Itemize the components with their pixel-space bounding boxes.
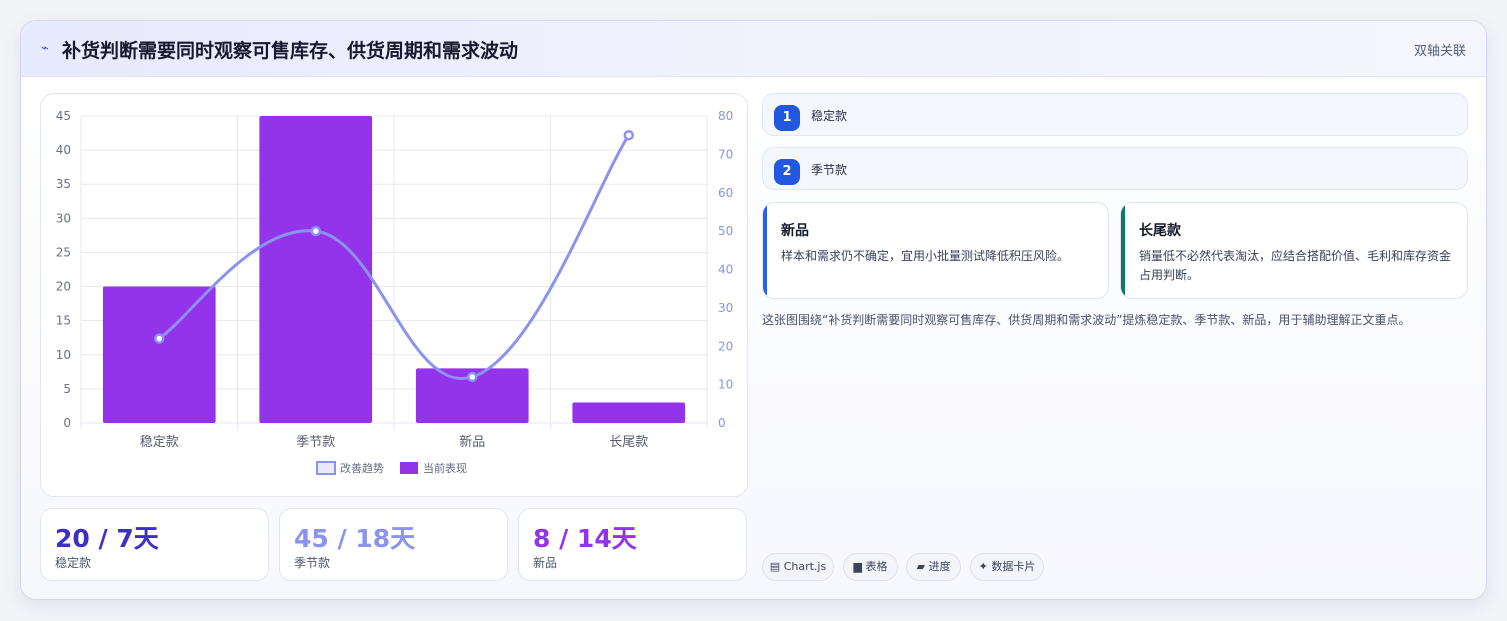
progress-icon: ▰	[916, 560, 925, 573]
trend-line-icon: ⌁	[41, 41, 49, 56]
list-item-label: 稳定款	[811, 109, 848, 123]
list-item-seasonal[interactable]: 2 季节款	[762, 147, 1468, 190]
accent-bar	[763, 203, 767, 298]
line-point	[467, 371, 478, 383]
tag-label: Chart.js	[783, 560, 827, 573]
stat-label: 季节款	[294, 556, 331, 570]
line-point	[154, 333, 165, 344]
y2-tick-label: 80	[718, 109, 733, 123]
tag-label: 进度	[928, 560, 951, 573]
stat-card-seasonal: 45 / 18天 季节款	[279, 508, 508, 581]
x-tick-label: 长尾款	[609, 435, 648, 450]
y2-tick-label: 30	[718, 301, 733, 315]
note-title: 新品	[781, 223, 809, 239]
y2-tick-label: 50	[718, 224, 733, 238]
bar	[259, 116, 373, 423]
y2-tick-label: 70	[718, 147, 733, 161]
table-icon: ▆	[853, 560, 862, 573]
y-tick-label: 5	[63, 382, 71, 396]
tag-label: 数据卡片	[991, 560, 1036, 573]
y-tick-label: 10	[56, 348, 71, 362]
y2-tick-label: 0	[718, 416, 726, 430]
y-tick-label: 15	[56, 314, 71, 328]
list-item-label: 季节款	[811, 163, 848, 177]
combo-chart: 0 5 10 15 20 25 30 35 40 45 0 10 20 30 40 50 60 70 80 稳定款 季节…	[56, 109, 733, 475]
number-badge: 2	[774, 159, 800, 185]
page-title: 补货判断需要同时观察可售库存、供货周期和需求波动	[62, 40, 519, 62]
card-header: ⌁ 补货判断需要同时观察可售库存、供货周期和需求波动 双轴关联	[21, 21, 1486, 77]
x-tick-label: 新品	[459, 434, 485, 450]
x-tick-label: 稳定款	[140, 434, 179, 450]
x-tick-label: 季节款	[296, 435, 335, 450]
y-tick-label: 20	[56, 280, 71, 294]
tag-progress[interactable]: ▰ 进度	[906, 553, 961, 581]
note-title: 长尾款	[1139, 223, 1181, 239]
note-body: 样本和需求仍不确定，宜用小批量测试降低积压风险。	[781, 249, 1070, 263]
sparkle-icon: ✦	[978, 560, 988, 573]
y-tick-label: 0	[63, 416, 71, 430]
tag-label: 表格	[865, 560, 888, 573]
chart-card: ⌁ 补货判断需要同时观察可售库存、供货周期和需求波动 双轴关联 0 5 10 15 20…	[20, 20, 1487, 600]
y-tick-label: 25	[56, 245, 71, 259]
stat-value: 8 / 14天	[533, 524, 637, 553]
bar	[572, 402, 686, 423]
tag-data-card[interactable]: ✦ 数据卡片	[970, 553, 1044, 581]
line-point	[310, 225, 321, 237]
note-card-new: 新品 样本和需求仍不确定，宜用小批量测试降低积压风险。	[762, 202, 1109, 299]
legend-label: 当前表现	[423, 461, 467, 475]
y-tick-label: 40	[56, 143, 71, 157]
summary-text: 这张图围绕“补货判断需要同时观察可售库存、供货周期和需求波动”提炼稳定款、季节款…	[762, 313, 1411, 327]
stat-card-stable: 20 / 7天 稳定款	[40, 508, 269, 581]
tag-chartjs[interactable]: ▤ Chart.js	[762, 553, 834, 581]
y2-tick-label: 20	[718, 339, 733, 353]
chart-panel: 0 5 10 15 20 25 30 35 40 45 0 10 20 30 40 50 60 70 80 稳定款 季节…	[40, 93, 748, 497]
stat-value: 20 / 7天	[55, 524, 159, 553]
stat-card-new: 8 / 14天 新品	[518, 508, 747, 581]
accent-bar	[1121, 203, 1125, 298]
y2-tick-label: 10	[718, 378, 733, 392]
note-body: 销量低不必然代表淘汰，应结合搭配价值、毛利和库存资金占用判断。	[1139, 249, 1452, 282]
tag-table[interactable]: ▆ 表格	[843, 553, 898, 581]
line-point	[623, 129, 634, 141]
legend-swatch-bar	[400, 462, 418, 474]
chart-legend: 改善趋势 当前表现	[316, 461, 467, 475]
stat-value: 45 / 18天	[294, 524, 416, 553]
stat-label: 新品	[533, 556, 558, 570]
legend-label: 改善趋势	[340, 461, 384, 475]
y2-tick-label: 60	[718, 186, 733, 200]
note-card-longtail: 长尾款 销量低不必然代表淘汰，应结合搭配价值、毛利和库存资金占用判断。	[1120, 202, 1468, 299]
chart-icon: ▤	[769, 560, 781, 573]
list-item-stable[interactable]: 1 稳定款	[762, 93, 1468, 136]
stat-label: 稳定款	[55, 556, 92, 570]
dual-axis-tag: 双轴关联	[1413, 44, 1466, 59]
y-tick-label: 30	[56, 211, 71, 225]
bar	[102, 286, 216, 423]
y-tick-label: 45	[56, 109, 71, 123]
legend-swatch-line	[316, 461, 336, 475]
number-badge: 1	[774, 105, 800, 131]
y2-tick-label: 40	[718, 263, 733, 277]
y-tick-label: 35	[56, 177, 71, 191]
